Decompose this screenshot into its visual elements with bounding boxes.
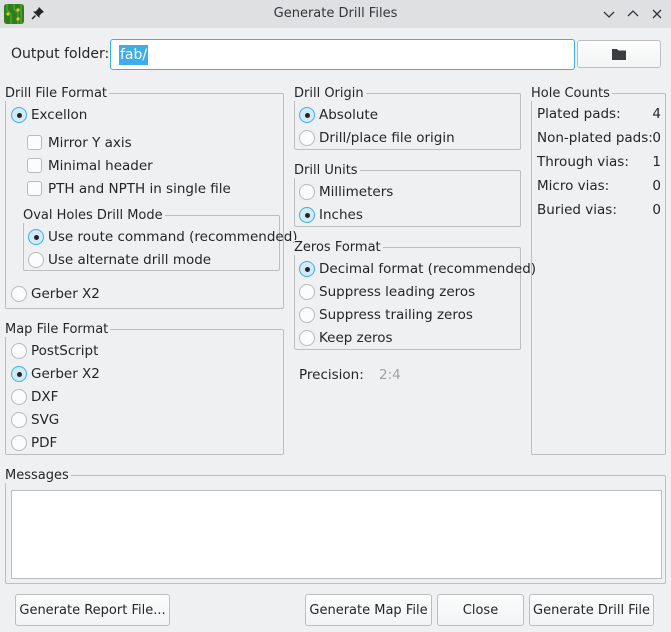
minimal-header-label: Minimal header [48, 158, 153, 174]
gerber-x2-drill-radio[interactable] [11, 286, 27, 302]
drill-place-origin-radio[interactable] [299, 130, 315, 146]
output-folder-label: Output folder: [11, 46, 110, 62]
folder-icon [612, 49, 626, 60]
hole-count-value: 1 [652, 154, 661, 170]
drill-place-origin-label: Drill/place file origin [319, 130, 455, 146]
excellon-radio[interactable] [11, 107, 27, 123]
gerber-x2-drill-label: Gerber X2 [31, 286, 100, 302]
inches-radio[interactable] [299, 207, 315, 223]
mirror-y-checkbox[interactable] [27, 135, 42, 150]
suppress-trailing-label: Suppress trailing zeros [319, 307, 473, 323]
minimize-icon[interactable] [601, 6, 617, 22]
hole-count-value: 0 [652, 202, 661, 218]
keep-zeros-label: Keep zeros [319, 330, 393, 346]
suppress-leading-label: Suppress leading zeros [319, 284, 476, 300]
absolute-radio[interactable] [299, 107, 315, 123]
millimeters-radio[interactable] [299, 184, 315, 200]
hole-count-value: 0 [652, 178, 661, 194]
map-pdf-label: PDF [31, 435, 58, 451]
window-title: Generate Drill Files [273, 6, 398, 21]
decimal-format-label: Decimal format (recommended) [319, 261, 537, 277]
generate-drill-button[interactable]: Generate Drill File [529, 594, 654, 626]
oval-holes-title: Oval Holes Drill Mode [23, 208, 165, 223]
hole-count-label: Through vias: [537, 154, 629, 170]
hole-count-value: 0 [652, 130, 661, 146]
map-postscript-label: PostScript [31, 343, 99, 359]
hole-count-label: Non-plated pads: [537, 130, 653, 146]
map-pdf-radio[interactable] [11, 435, 27, 451]
hole-count-value: 4 [652, 106, 661, 122]
close-icon[interactable] [649, 6, 665, 22]
decimal-format-radio[interactable] [299, 261, 315, 277]
route-command-label: Use route command (recommended) [48, 229, 298, 245]
messages-textarea[interactable] [11, 490, 662, 579]
hole-count-label: Micro vias: [537, 178, 610, 194]
inches-label: Inches [319, 207, 363, 223]
precision-label: Precision: [299, 367, 364, 383]
hole-count-label: Plated pads: [537, 106, 621, 122]
map-file-format-title: Map File Format [5, 322, 111, 337]
map-dxf-label: DXF [31, 389, 59, 405]
output-folder-value: fab/ [119, 45, 149, 65]
single-file-checkbox[interactable] [27, 181, 42, 196]
millimeters-label: Millimeters [319, 184, 394, 200]
route-command-radio[interactable] [28, 229, 44, 245]
precision-value: 2:4 [379, 367, 401, 383]
alternate-drill-label: Use alternate drill mode [48, 252, 212, 268]
keep-zeros-radio[interactable] [299, 330, 315, 346]
browse-folder-button[interactable] [577, 40, 661, 68]
minimal-header-checkbox[interactable] [27, 158, 42, 173]
map-gerber-label: Gerber X2 [31, 366, 100, 382]
map-postscript-radio[interactable] [11, 343, 27, 359]
zeros-format-title: Zeros Format [294, 240, 383, 255]
alternate-drill-radio[interactable] [28, 252, 44, 268]
single-file-label: PTH and NPTH in single file [48, 181, 231, 197]
generate-report-button[interactable]: Generate Report File... [15, 594, 170, 626]
maximize-icon[interactable] [625, 6, 641, 22]
suppress-leading-radio[interactable] [299, 284, 315, 300]
drill-file-format-group [5, 93, 284, 309]
hole-counts-group [531, 93, 666, 455]
drill-origin-title: Drill Origin [294, 86, 366, 101]
generate-map-button[interactable]: Generate Map File [305, 594, 432, 626]
hole-count-label: Buried vias: [537, 202, 617, 218]
suppress-trailing-radio[interactable] [299, 307, 315, 323]
map-svg-label: SVG [31, 412, 60, 428]
map-gerber-radio[interactable] [11, 366, 27, 382]
map-svg-radio[interactable] [11, 412, 27, 428]
hole-counts-title: Hole Counts [531, 86, 612, 101]
excellon-label: Excellon [31, 107, 88, 123]
absolute-label: Absolute [319, 107, 379, 123]
messages-title: Messages [5, 468, 71, 483]
close-button[interactable]: Close [437, 594, 524, 626]
map-dxf-radio[interactable] [11, 389, 27, 405]
drill-units-title: Drill Units [294, 163, 360, 178]
output-folder-input[interactable]: fab/ [110, 39, 575, 70]
drill-file-format-title: Drill File Format [5, 86, 110, 101]
mirror-y-label: Mirror Y axis [48, 135, 132, 151]
